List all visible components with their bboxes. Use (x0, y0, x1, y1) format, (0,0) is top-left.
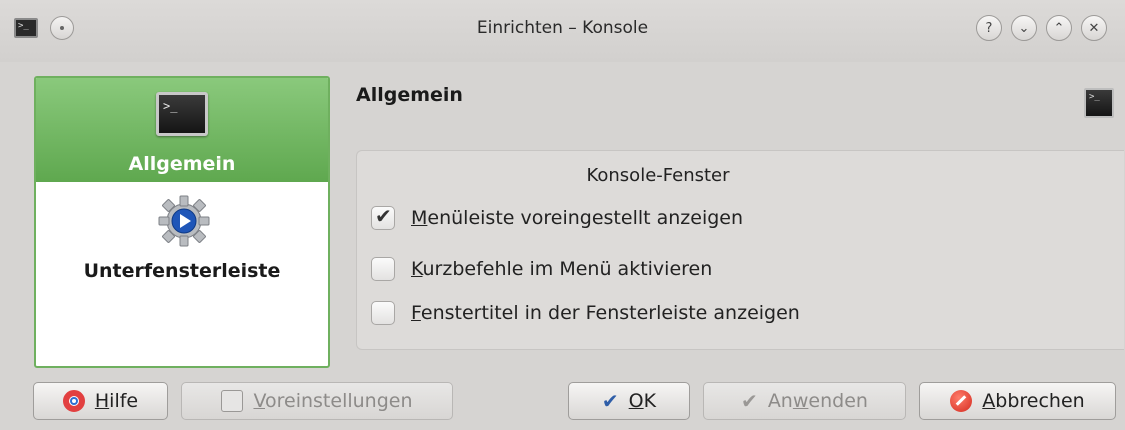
lifebuoy-icon (62, 390, 85, 412)
defaults-button-label: Voreinstellungen (253, 390, 413, 412)
sidebar-item-allgemein[interactable]: >_ Allgemein (36, 78, 328, 182)
checkbox-label: Kurzbefehle im Menü aktivieren (411, 258, 713, 280)
defaults-button[interactable]: Voreinstellungen (181, 382, 453, 420)
checkbox-label: Menüleiste voreingestellt anzeigen (411, 207, 744, 229)
maximize-icon[interactable]: ⌃ (1046, 15, 1072, 41)
checkbox[interactable]: ✔ (371, 204, 395, 230)
help-button[interactable]: Hilfe (33, 382, 168, 420)
checkbox-menubar-default[interactable]: ✔ Menüleiste voreingestellt anzeigen (371, 203, 743, 233)
checkbox[interactable] (371, 301, 395, 325)
sidebar: >_ Allgemein Unterfensterleiste (34, 76, 330, 368)
help-button-label: Hilfe (94, 390, 139, 412)
sidebar-item-label: Unterfensterleiste (83, 260, 281, 282)
minimize-icon[interactable]: ⌄ (1011, 15, 1037, 41)
page-title: Allgemein (356, 84, 463, 106)
checkmark-icon: ✔ (601, 389, 619, 413)
checkbox-label: Fenstertitel in der Fensterleiste anzeig… (411, 302, 800, 324)
checkbox-window-title-in-taskbar[interactable]: Fenstertitel in der Fensterleiste anzeig… (371, 298, 800, 328)
konsole-window-group: Konsole-Fenster ✔ Menüleiste voreingeste… (356, 150, 1124, 350)
sidebar-item-label: Allgemein (128, 153, 236, 175)
apply-button-label: Anwenden (767, 390, 868, 412)
window-title: Einrichten – Konsole (476, 18, 649, 38)
cancel-icon (950, 390, 973, 412)
checkbox[interactable] (371, 257, 395, 281)
gear-play-icon (158, 195, 210, 247)
help-question-icon[interactable]: ? (976, 15, 1002, 41)
checkmark-icon: ✔ (741, 389, 758, 413)
apply-button[interactable]: ✔ Anwenden (703, 382, 906, 420)
ok-button-label: OK (628, 390, 657, 412)
sidebar-item-unterfensterleiste[interactable]: Unterfensterleiste (36, 182, 328, 302)
title-bar: >_ Einrichten – Konsole ? ⌄ ⌃ ✕ (0, 0, 1125, 62)
cancel-button-label: Abbrechen (982, 390, 1085, 412)
terminal-icon: >_ (1084, 88, 1114, 118)
checkbox-shortcuts-in-menu[interactable]: Kurzbefehle im Menü aktivieren (371, 254, 712, 284)
checkmark-icon: ✔ (375, 204, 392, 228)
close-icon[interactable]: ✕ (1081, 15, 1107, 41)
restore-defaults-icon (221, 390, 244, 412)
group-title: Konsole-Fenster (586, 165, 730, 186)
ok-button[interactable]: ✔ OK (568, 382, 690, 420)
cancel-button[interactable]: Abbrechen (919, 382, 1116, 420)
terminal-icon: >_ (156, 92, 208, 136)
